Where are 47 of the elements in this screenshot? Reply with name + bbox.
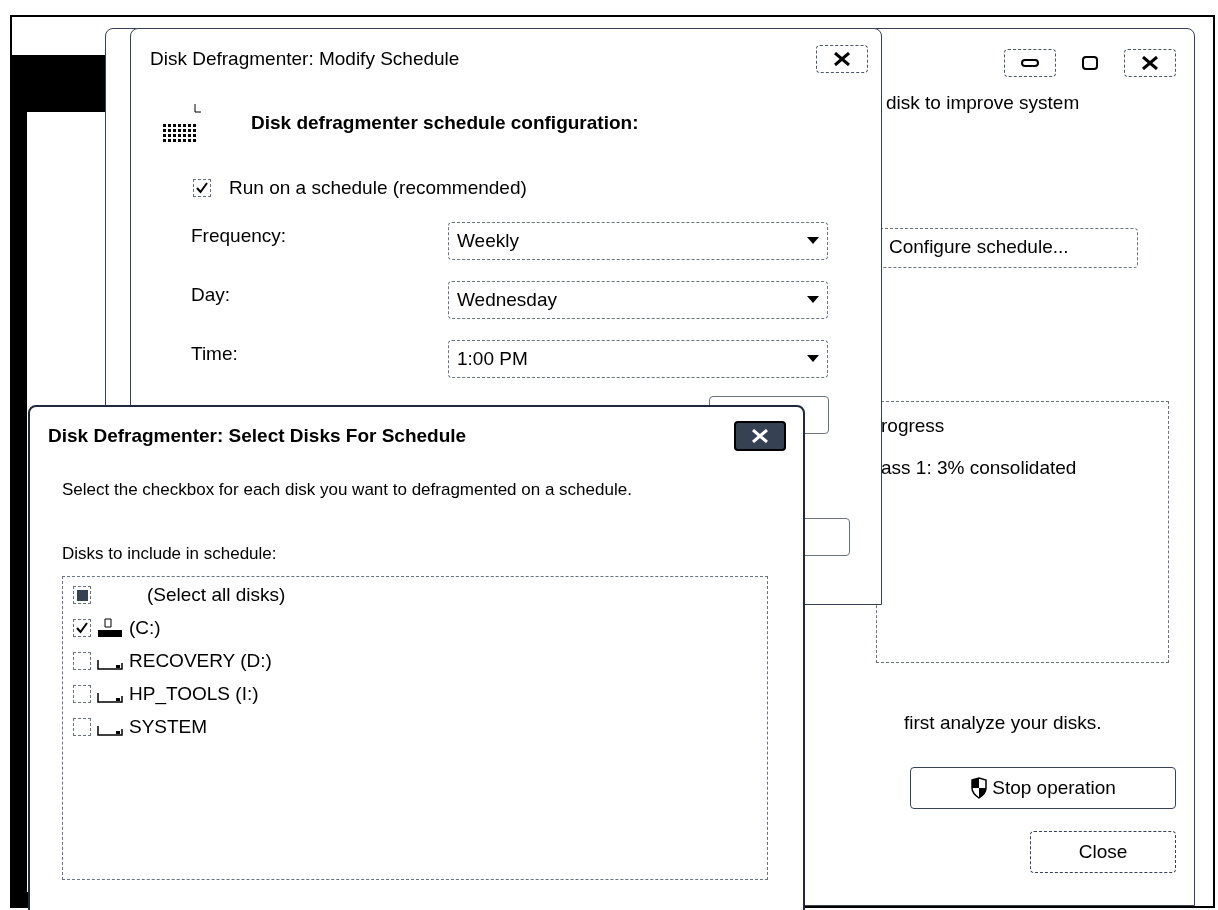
field-label: Day:: [191, 283, 231, 307]
disk-list-item[interactable]: (C:): [73, 616, 767, 640]
minimize-button[interactable]: [1004, 49, 1056, 77]
field-label: Time:: [191, 342, 238, 366]
dropdown-arrow-icon: [807, 355, 819, 363]
close-button[interactable]: Close: [1030, 831, 1176, 873]
dropdown-arrow-icon: [807, 296, 819, 304]
drive-icon: [97, 659, 123, 671]
hint-text: first analyze your disks.: [904, 710, 1103, 735]
dialog-heading: Disk defragmenter schedule configuration:: [251, 111, 639, 136]
dropdown[interactable]: 1:00 PM: [448, 340, 828, 378]
checkbox[interactable]: [73, 718, 91, 736]
close-icon: [833, 52, 851, 67]
field-label: Frequency:: [191, 224, 287, 248]
instruction-text: Select the checkbox for each disk you want to defragmented on a schedule.: [62, 479, 633, 501]
checkmark-icon: [196, 181, 208, 194]
shield-icon: [970, 777, 989, 799]
minimize-icon: [1021, 59, 1039, 67]
checkbox[interactable]: [73, 685, 91, 703]
drive-icon: [97, 692, 123, 704]
progress-status: ass 1: 3% consolidated: [881, 456, 1078, 480]
disk-list-item[interactable]: (Select all disks): [73, 583, 767, 607]
stop-operation-button[interactable]: Stop operation: [910, 767, 1176, 809]
close-button[interactable]: [816, 45, 868, 74]
checkbox-label: Run on a schedule (recommended): [229, 175, 527, 200]
close-button[interactable]: [734, 421, 786, 451]
dropdown[interactable]: Wednesday: [448, 281, 828, 319]
close-button[interactable]: [1124, 49, 1176, 77]
close-icon: [1141, 56, 1159, 70]
drive-icon: [97, 725, 123, 737]
list-label: Disks to include in schedule:: [62, 542, 278, 565]
disk-list-item[interactable]: RECOVERY (D:): [73, 649, 767, 673]
dropdown-arrow-icon: [807, 237, 819, 245]
dialog-title: Disk Defragmenter: Select Disks For Schedule: [48, 423, 467, 448]
progress-heading: rogress: [881, 413, 946, 438]
dropdown[interactable]: Weekly: [448, 222, 828, 260]
close-icon: [751, 429, 769, 443]
checkmark-icon: [76, 622, 88, 634]
intro-text: disk to improve system: [886, 91, 1081, 115]
maximize-icon: [1082, 56, 1098, 70]
disk-list-item[interactable]: SYSTEM: [73, 715, 767, 739]
disk-list-item[interactable]: HP_TOOLS (I:): [73, 682, 767, 706]
drive-icon: [97, 617, 123, 639]
checkbox[interactable]: [193, 178, 211, 197]
checkbox[interactable]: [73, 652, 91, 670]
checkbox[interactable]: [73, 619, 91, 637]
dialog-title: Disk Defragmenter: Modify Schedule: [150, 47, 460, 71]
